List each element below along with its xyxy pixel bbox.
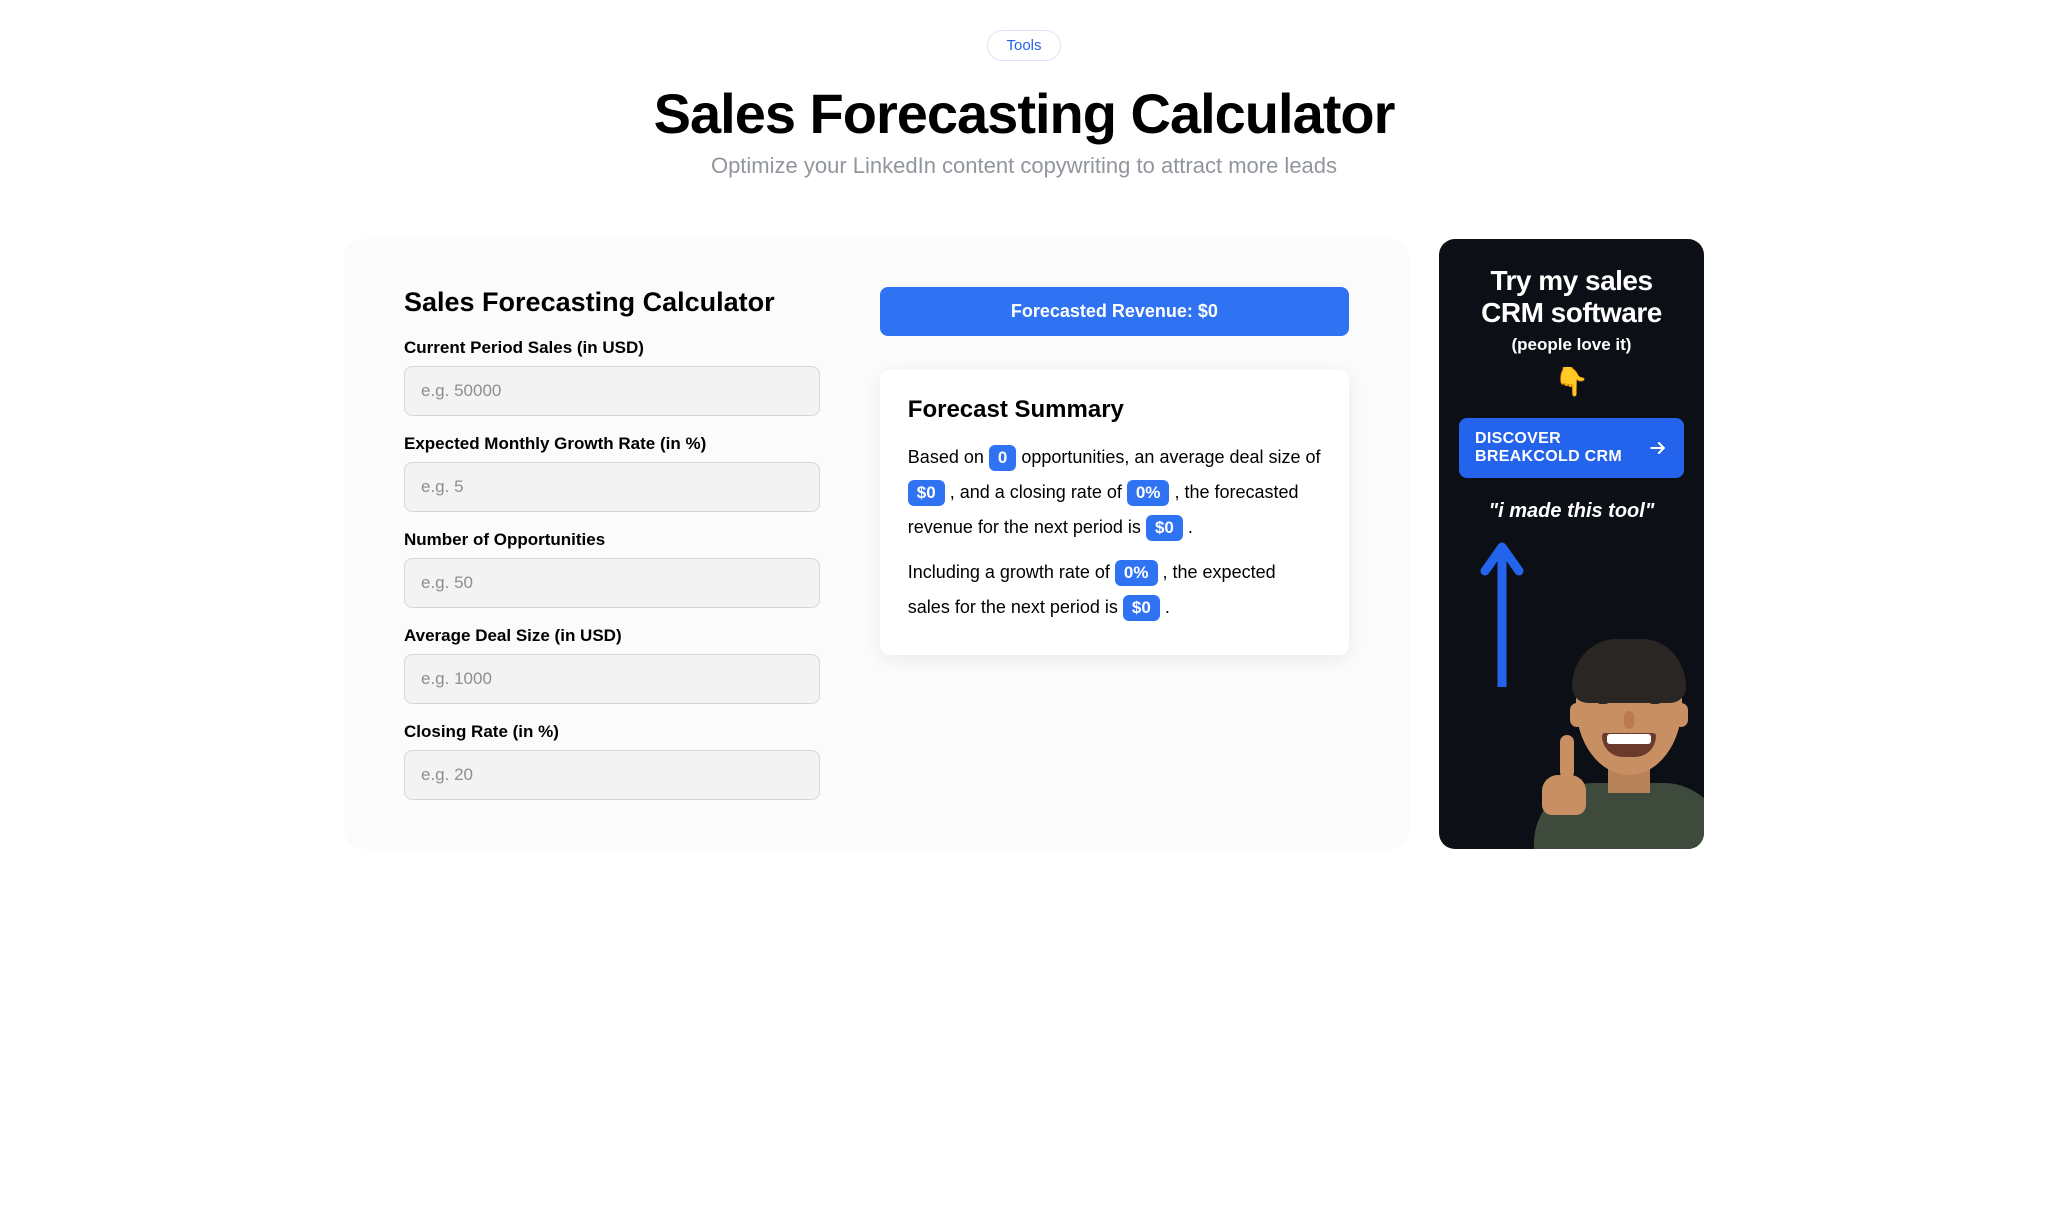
cta-line1: DISCOVER xyxy=(1475,430,1622,448)
summary-paragraph-2: Including a growth rate of 0% , the expe… xyxy=(908,555,1321,625)
tools-badge[interactable]: Tools xyxy=(987,30,1060,61)
label-growth-rate: Expected Monthly Growth Rate (in %) xyxy=(404,434,820,454)
promo-title-line1: Try my sales xyxy=(1459,265,1684,297)
value-growth-rate: 0% xyxy=(1115,560,1158,586)
input-deal-size[interactable] xyxy=(404,654,820,704)
page-title: Sales Forecasting Calculator xyxy=(344,83,1704,145)
input-growth-rate[interactable] xyxy=(404,462,820,512)
input-closing-rate[interactable] xyxy=(404,750,820,800)
value-revenue: $0 xyxy=(1146,515,1183,541)
promo-quote: "i made this tool" xyxy=(1459,500,1684,523)
forecast-summary-card: Forecast Summary Based on 0 opportunitie… xyxy=(880,370,1349,655)
pointing-down-icon: 👇 xyxy=(1459,365,1684,398)
input-current-sales[interactable] xyxy=(404,366,820,416)
forecast-banner: Forecasted Revenue: $0 xyxy=(880,287,1349,336)
value-closing-rate: 0% xyxy=(1127,480,1170,506)
calculator-panel: Sales Forecasting Calculator Current Per… xyxy=(344,239,1409,849)
summary-title: Forecast Summary xyxy=(908,396,1321,424)
summary-paragraph-1: Based on 0 opportunities, an average dea… xyxy=(908,440,1321,545)
label-current-sales: Current Period Sales (in USD) xyxy=(404,338,820,358)
label-closing-rate: Closing Rate (in %) xyxy=(404,722,820,742)
cta-line2: BREAKCOLD CRM xyxy=(1475,448,1622,466)
value-opportunities: 0 xyxy=(989,445,1016,471)
discover-crm-button[interactable]: DISCOVER BREAKCOLD CRM xyxy=(1459,418,1684,478)
summary-text: opportunities, an average deal size of xyxy=(1021,447,1320,467)
summary-text: , and a closing rate of xyxy=(950,482,1127,502)
forecast-banner-value: $0 xyxy=(1198,301,1218,321)
summary-text: Based on xyxy=(908,447,989,467)
arrow-up-icon xyxy=(1479,537,1525,687)
promo-title-line2: CRM software xyxy=(1459,297,1684,329)
person-photo xyxy=(1544,633,1704,849)
label-deal-size: Average Deal Size (in USD) xyxy=(404,626,820,646)
pointing-hand-icon xyxy=(1542,745,1586,815)
hero: Tools Sales Forecasting Calculator Optim… xyxy=(344,30,1704,179)
page-subtitle: Optimize your LinkedIn content copywriti… xyxy=(344,153,1704,179)
promo-sidebar: Try my sales CRM software (people love i… xyxy=(1439,239,1704,849)
input-opportunities[interactable] xyxy=(404,558,820,608)
summary-text: Including a growth rate of xyxy=(908,562,1115,582)
summary-text: . xyxy=(1188,517,1193,537)
arrow-right-icon xyxy=(1648,438,1668,458)
promo-tagline: (people love it) xyxy=(1459,335,1684,355)
forecast-banner-label: Forecasted Revenue: xyxy=(1011,301,1198,321)
label-opportunities: Number of Opportunities xyxy=(404,530,820,550)
summary-text: . xyxy=(1165,597,1170,617)
value-deal-size: $0 xyxy=(908,480,945,506)
value-expected-sales: $0 xyxy=(1123,595,1160,621)
form-heading: Sales Forecasting Calculator xyxy=(404,287,820,318)
